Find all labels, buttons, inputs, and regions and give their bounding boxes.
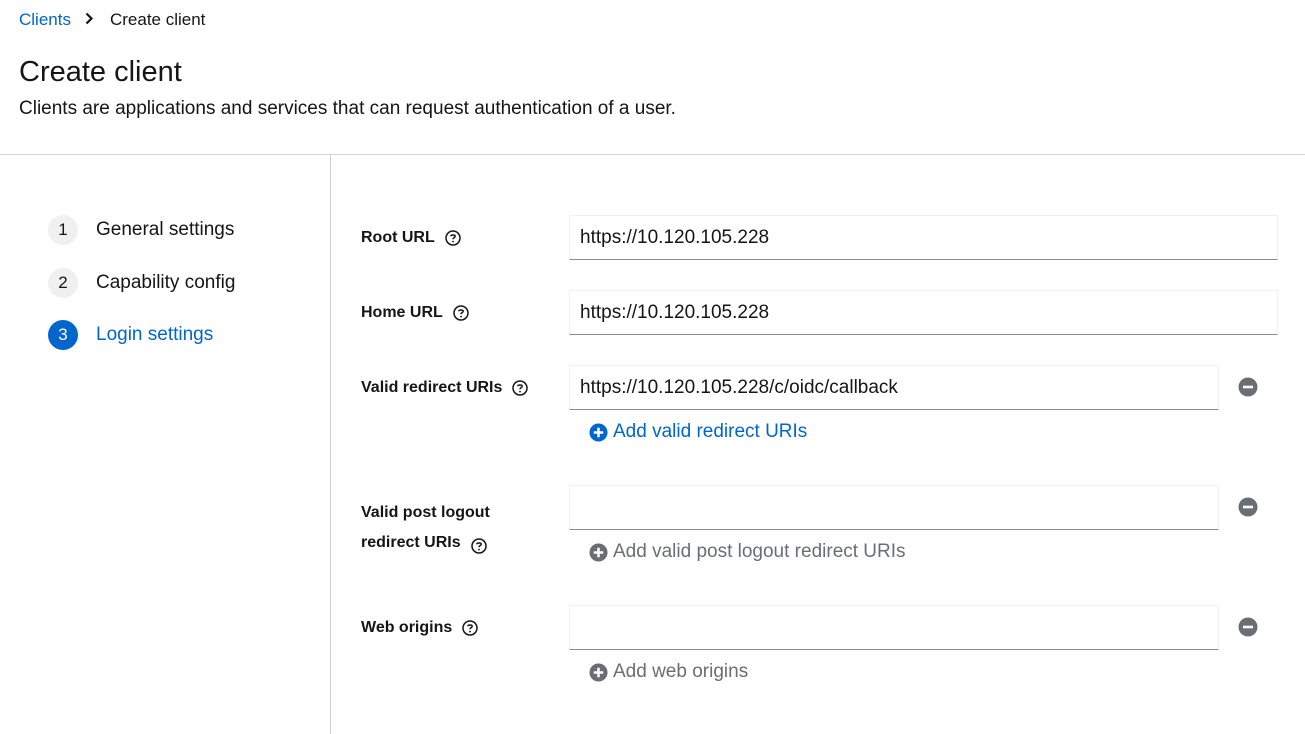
page-description: Clients are applications and services th… xyxy=(19,98,676,119)
breadcrumb-current: Create client xyxy=(109,10,206,29)
web-origins-label: Web origins xyxy=(361,619,453,636)
valid-post-logout-label-line2: redirect URIs xyxy=(361,534,461,551)
minus-circle-icon[interactable] xyxy=(1238,377,1258,397)
chevron-right-icon xyxy=(85,10,94,30)
valid-post-logout-label-line1: Valid post logout xyxy=(361,504,490,521)
help-icon[interactable] xyxy=(462,620,479,636)
wizard-step-login-settings[interactable]: 3 Login settings xyxy=(48,320,213,350)
add-web-origins-label: Add web origins xyxy=(613,661,749,682)
plus-circle-icon xyxy=(589,662,608,682)
add-valid-post-logout-redirect-uris-button[interactable]: Add valid post logout redirect URIs xyxy=(589,541,906,563)
home-url-label: Home URL xyxy=(361,304,443,321)
wizard-step-general-settings[interactable]: 1 General settings xyxy=(48,215,234,245)
wizard-step-capability-config[interactable]: 2 Capability config xyxy=(48,268,235,298)
valid-post-logout-label-group: Valid post logout redirect URIs xyxy=(361,498,490,558)
step-label: Capability config xyxy=(96,272,236,293)
root-url-input[interactable] xyxy=(569,215,1278,260)
breadcrumb-clients-link[interactable]: Clients xyxy=(19,10,71,30)
home-url-input[interactable] xyxy=(569,290,1278,335)
page-title: Create client xyxy=(19,56,182,88)
help-icon[interactable] xyxy=(445,230,461,246)
step-label: Login settings xyxy=(96,324,214,345)
web-origins-input[interactable] xyxy=(569,605,1219,650)
valid-redirect-uris-label-group: Valid redirect URIs xyxy=(361,379,529,397)
minus-circle-icon[interactable] xyxy=(1238,617,1258,637)
step-number: 3 xyxy=(48,320,78,350)
valid-redirect-uris-label: Valid redirect URIs xyxy=(361,379,503,396)
valid-redirect-uri-input[interactable] xyxy=(569,365,1219,410)
valid-post-logout-redirect-uri-input[interactable] xyxy=(569,485,1219,530)
root-url-label: Root URL xyxy=(361,229,435,246)
add-valid-redirect-uris-button[interactable]: Add valid redirect URIs xyxy=(589,421,807,443)
wizard-nav: 1 General settings 2 Capability config 3… xyxy=(0,155,331,734)
step-number: 2 xyxy=(48,268,78,298)
add-valid-redirect-uris-label: Add valid redirect URIs xyxy=(613,421,808,442)
help-icon[interactable] xyxy=(512,380,529,396)
home-url-label-group: Home URL xyxy=(361,304,469,322)
minus-circle-icon[interactable] xyxy=(1238,497,1258,517)
add-valid-post-logout-redirect-uris-label: Add valid post logout redirect URIs xyxy=(613,541,906,562)
help-icon[interactable] xyxy=(453,305,469,321)
web-origins-label-group: Web origins xyxy=(361,619,479,637)
plus-circle-icon xyxy=(589,542,608,562)
step-number: 1 xyxy=(48,215,78,245)
page-header: Clients Create client Create client Clie… xyxy=(0,0,1305,155)
help-icon[interactable] xyxy=(470,535,487,554)
root-url-label-group: Root URL xyxy=(361,229,461,247)
breadcrumb: Clients Create client xyxy=(19,10,205,30)
step-label: General settings xyxy=(96,219,235,240)
plus-circle-icon xyxy=(589,422,608,442)
add-web-origins-button[interactable]: Add web origins xyxy=(589,661,748,683)
